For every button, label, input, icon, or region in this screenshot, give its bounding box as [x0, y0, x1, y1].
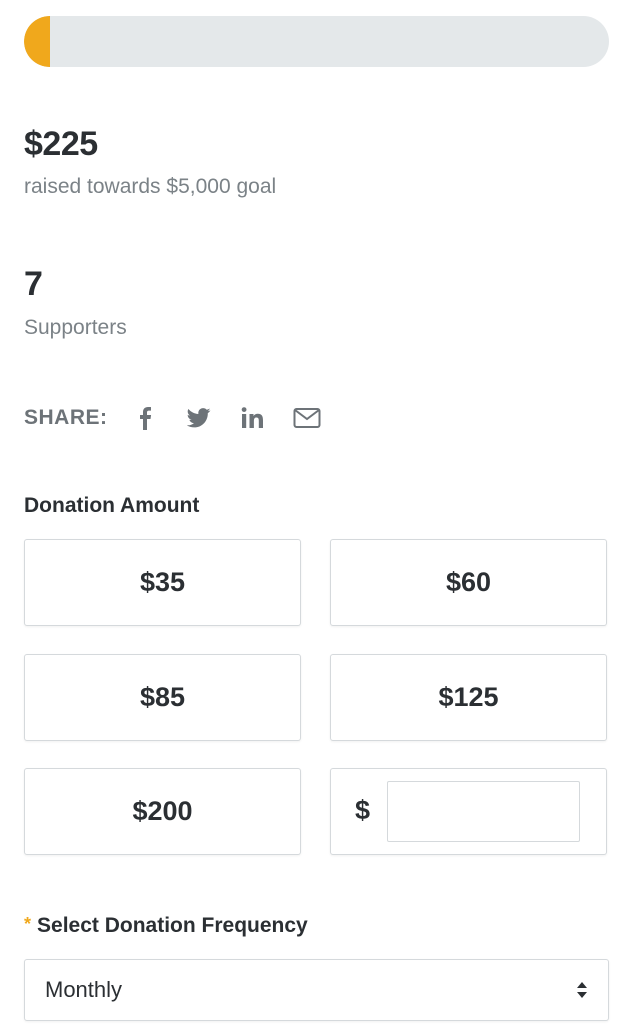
amount-button-125[interactable]: $125 — [330, 654, 607, 741]
amount-button-60[interactable]: $60 — [330, 539, 607, 626]
frequency-title: Select Donation Frequency — [37, 914, 308, 937]
amount-button-85[interactable]: $85 — [24, 654, 301, 741]
facebook-icon[interactable] — [130, 403, 160, 433]
linkedin-icon[interactable] — [238, 403, 268, 433]
supporters-label: Supporters — [24, 316, 127, 339]
raised-amount: $225 — [24, 125, 98, 163]
frequency-title-row: * Select Donation Frequency — [24, 914, 308, 938]
email-icon[interactable] — [292, 403, 322, 433]
goal-progress-bar — [24, 16, 609, 67]
raised-goal-label: raised towards $5,000 goal — [24, 175, 277, 198]
frequency-selected-value: Monthly — [45, 977, 123, 1002]
share-label: SHARE: — [24, 406, 108, 429]
currency-symbol: $ — [355, 795, 371, 825]
frequency-select[interactable]: Monthly — [24, 959, 609, 1021]
amount-button-200[interactable]: $200 — [24, 768, 301, 855]
custom-amount-box: $ — [330, 768, 607, 855]
custom-amount-input[interactable] — [387, 781, 580, 842]
select-arrows-icon — [576, 981, 588, 999]
supporters-count: 7 — [24, 265, 43, 303]
share-row: SHARE: — [24, 402, 346, 434]
required-marker: * — [24, 914, 32, 934]
twitter-icon[interactable] — [184, 403, 214, 433]
donation-amount-title: Donation Amount — [24, 494, 200, 517]
amount-button-35[interactable]: $35 — [24, 539, 301, 626]
goal-progress-fill — [24, 16, 51, 67]
